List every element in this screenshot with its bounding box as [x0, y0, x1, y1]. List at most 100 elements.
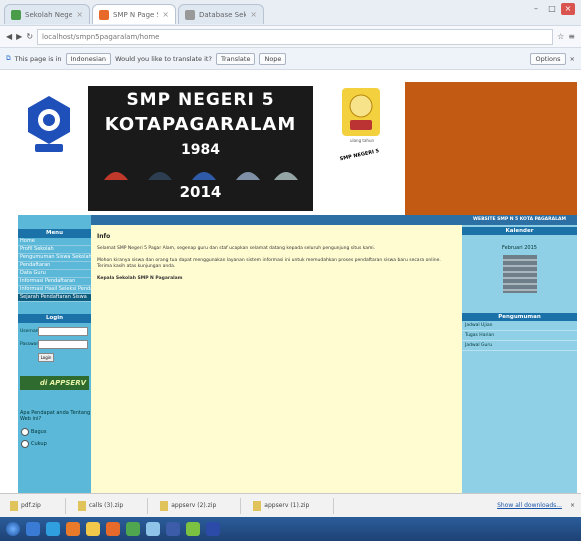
- login-button[interactable]: Login: [38, 353, 54, 362]
- reload-icon[interactable]: ↻: [26, 32, 33, 41]
- browser-tab-active[interactable]: SMP N Page Sms ×: [92, 4, 176, 24]
- spreadsheet-icon[interactable]: [126, 522, 140, 536]
- zip-file-icon: [10, 500, 18, 511]
- downloads-bar: pdf.zip calls (3).zip appserv (2).zip ap…: [0, 493, 581, 517]
- close-tab-icon[interactable]: ×: [250, 10, 257, 19]
- menu-icon[interactable]: ≡: [568, 32, 575, 41]
- download-item[interactable]: appserv (2).zip: [156, 497, 242, 514]
- nope-button[interactable]: Nope: [259, 52, 287, 65]
- download-name: calls (3).zip: [88, 502, 124, 509]
- close-tab-icon[interactable]: ×: [162, 10, 169, 19]
- system-tray[interactable]: [525, 522, 575, 536]
- poll-radio[interactable]: [21, 428, 29, 436]
- menu-item-sejarah[interactable]: Sejarah Pendaftaran Siswa: [18, 294, 91, 302]
- explorer-icon[interactable]: [26, 522, 40, 536]
- username-label: Username: [20, 329, 43, 334]
- maximize-icon[interactable]: □: [545, 3, 559, 15]
- download-item[interactable]: appserv (1).zip: [249, 497, 335, 514]
- menu-item-pendaftaran[interactable]: Pendaftaran: [18, 262, 91, 270]
- tab-favicon-icon: [185, 9, 195, 20]
- translate-question: Would you like to translate it?: [115, 54, 212, 63]
- address-bar: ◀ ▶ ↻ localhost/smpn5pagaralam/home ☆ ≡: [0, 26, 581, 48]
- password-input[interactable]: [38, 340, 88, 349]
- close-icon[interactable]: ×: [570, 502, 575, 509]
- translate-prefix: This page is in: [14, 54, 62, 63]
- close-icon[interactable]: ×: [570, 55, 575, 63]
- menu-item-data-guru[interactable]: Data Guru: [18, 270, 91, 278]
- poll-question: Apa Pendapat anda Tentang Web ini?: [20, 410, 91, 422]
- close-tab-icon[interactable]: ×: [76, 10, 83, 19]
- banner-year1: 1984: [181, 142, 220, 158]
- browser-tab-bar: Sekolah Negeri Pagaralam × SMP N Page Sm…: [0, 0, 581, 26]
- window-controls: – □ ×: [529, 3, 575, 15]
- download-item[interactable]: calls (3).zip: [74, 497, 149, 514]
- right-sidebar: WEBSITE SMP N 5 KOTA PAGARALAM Kalender …: [462, 215, 577, 493]
- password-row: Password: [18, 340, 91, 349]
- translate-icon: ⧉: [6, 54, 11, 62]
- right-sidebar-title: WEBSITE SMP N 5 KOTA PAGARALAM: [462, 215, 577, 225]
- main-content: Info Selamat SMP Negeri 5 Pagar Alam, se…: [91, 225, 462, 493]
- show-all-downloads-link[interactable]: Show all downloads...: [497, 502, 562, 509]
- tab-favicon-icon: [11, 9, 21, 20]
- media-icon[interactable]: [206, 522, 220, 536]
- app-icon[interactable]: [106, 522, 120, 536]
- password-label: Password: [20, 342, 42, 347]
- menu-item-pengumuman[interactable]: Pengumuman Siswa Sekolah: [18, 254, 91, 262]
- firefox-icon[interactable]: [66, 522, 80, 536]
- links-header: Pengumuman: [462, 313, 577, 321]
- link-item[interactable]: Jadwal Ujian: [462, 321, 577, 331]
- login-header: Login: [18, 314, 91, 323]
- notepad-icon[interactable]: [186, 522, 200, 536]
- calendar-grid[interactable]: [502, 255, 537, 293]
- username-row: Username: [18, 327, 91, 336]
- minimize-icon[interactable]: –: [529, 3, 543, 15]
- username-input[interactable]: [38, 327, 88, 336]
- poll-option-label: Cukup: [31, 441, 47, 447]
- bookmark-star-icon[interactable]: ☆: [557, 32, 564, 41]
- content-title: Info: [97, 233, 111, 240]
- content-top-strip: [91, 215, 462, 225]
- poll-radio[interactable]: [21, 440, 29, 448]
- ie-icon[interactable]: [46, 522, 60, 536]
- banner-line1: SMP NEGERI 5: [126, 90, 275, 110]
- zip-file-icon: [253, 500, 262, 511]
- forward-icon[interactable]: ▶: [16, 32, 22, 41]
- tab-label: SMP N Page Sms: [113, 10, 158, 19]
- content-paragraph-1: Selamat SMP Negeri 5 Pagar Alam, segenap…: [97, 246, 376, 251]
- download-name: pdf.zip: [21, 502, 41, 509]
- link-item[interactable]: Jadwal Guru: [462, 341, 577, 351]
- translate-button[interactable]: Translate: [215, 52, 256, 65]
- banner-year2: 2014: [179, 183, 222, 201]
- download-name: appserv (1).zip: [264, 502, 310, 509]
- school-logo: [24, 94, 74, 156]
- menu-item-home[interactable]: Home: [18, 238, 91, 246]
- zip-file-icon: [77, 500, 86, 511]
- calendar-title: Februari 2015: [502, 245, 537, 251]
- back-icon[interactable]: ◀: [6, 32, 12, 41]
- word-icon[interactable]: [166, 522, 180, 536]
- browser-tab[interactable]: Sekolah Negeri Pagaralam ×: [4, 4, 90, 24]
- banner-line2: KOTAPAGARALAM: [104, 114, 297, 135]
- poll-option-row: Cukup: [18, 440, 91, 448]
- paint-icon[interactable]: [146, 522, 160, 536]
- translate-options-button[interactable]: Options: [530, 52, 566, 65]
- content-paragraph-2: Mohon kiranya siswa dan orang tua dapat …: [97, 258, 441, 269]
- close-window-icon[interactable]: ×: [561, 3, 575, 15]
- start-button-icon[interactable]: [6, 522, 20, 536]
- menu-item-profil[interactable]: Profil Sekolah: [18, 246, 91, 254]
- download-name: appserv (2).zip: [171, 502, 217, 509]
- poll-option-label: Bagus: [31, 429, 47, 435]
- tab-favicon-icon: [99, 9, 109, 20]
- menu-item-hasil-seleksi[interactable]: Informasi Hasil Seleksi Pendaftaran: [18, 286, 91, 294]
- browser-tab[interactable]: Database Sekolah ×: [178, 4, 264, 24]
- hats-decoration: [104, 172, 298, 180]
- anniversary-badge-icon: [342, 88, 380, 136]
- menu-item-info-pendaftaran[interactable]: Informasi Pendaftaran: [18, 278, 91, 286]
- windows-taskbar: [0, 517, 581, 541]
- language-dropdown[interactable]: Indonesian: [65, 52, 112, 65]
- tab-label: Sekolah Negeri Pagaralam: [25, 10, 73, 19]
- link-item[interactable]: Tugas Harian: [462, 331, 577, 341]
- download-item[interactable]: pdf.zip: [6, 497, 66, 514]
- url-field[interactable]: localhost/smpn5pagaralam/home: [37, 28, 554, 45]
- chrome-icon[interactable]: [86, 522, 100, 536]
